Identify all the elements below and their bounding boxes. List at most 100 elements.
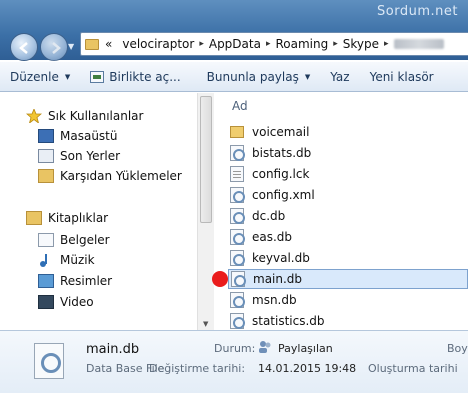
nav-libraries-header[interactable]: Kitaplıklar — [26, 208, 108, 228]
print-label: Yaz — [330, 69, 350, 84]
share-label: Bununla paylaş — [206, 69, 299, 84]
video-icon — [38, 295, 54, 309]
scrollbar-thumb[interactable] — [200, 96, 212, 223]
chevron-right-icon[interactable]: ▸ — [384, 39, 389, 49]
organize-label: Düzenle — [10, 69, 59, 84]
db-file-icon — [230, 313, 245, 329]
list-item[interactable]: config.lck — [230, 164, 466, 184]
chevron-right-icon[interactable]: ▸ — [199, 39, 204, 49]
list-item[interactable]: eas.db — [230, 227, 466, 247]
nav-item-label: Müzik — [60, 253, 95, 267]
details-created-label: Oluşturma tarihi — [368, 362, 458, 375]
details-modified-label: Değiştirme tarihi: — [149, 362, 246, 375]
back-button[interactable] — [10, 33, 38, 61]
db-file-icon — [231, 271, 246, 287]
folder-icon — [230, 126, 244, 138]
command-bar: Düzenle ▼ Birlikte aç... Bununla paylaş … — [0, 62, 468, 92]
nav-pane-scrollbar[interactable]: ▼ — [197, 93, 214, 330]
db-file-icon — [230, 145, 245, 161]
file-name: voicemail — [252, 125, 310, 139]
back-arrow-icon — [19, 42, 28, 54]
new-folder-button[interactable]: Yeni klasör — [360, 62, 444, 91]
list-item[interactable]: statistics.db — [230, 311, 466, 331]
details-modified-value: 14.01.2015 19:48 — [258, 362, 357, 375]
db-file-icon — [230, 229, 245, 245]
breadcrumb-item[interactable]: Skype — [343, 37, 379, 51]
application-icon — [90, 70, 105, 83]
pictures-icon — [38, 274, 54, 288]
list-item[interactable]: bistats.db — [230, 143, 466, 163]
list-item[interactable]: keyval.db — [230, 248, 466, 268]
documents-icon — [38, 233, 54, 247]
watermark: Sordum.net — [377, 4, 458, 19]
blurred-username — [393, 39, 444, 49]
recent-pages-dropdown-icon[interactable]: ▼ — [68, 42, 74, 51]
print-button[interactable]: Yaz — [320, 62, 359, 91]
dropdown-arrow-icon: ▼ — [64, 72, 71, 81]
music-icon — [38, 253, 54, 267]
desktop-icon — [38, 129, 54, 143]
open-with-button[interactable]: Birlikte aç... — [80, 62, 196, 91]
list-item[interactable]: config.xml — [230, 185, 466, 205]
breadcrumb-item[interactable]: AppData — [209, 37, 261, 51]
folder-icon — [85, 38, 99, 50]
downloads-icon — [38, 169, 54, 183]
list-item[interactable]: voicemail — [230, 122, 466, 142]
file-name: eas.db — [252, 230, 293, 244]
db-file-large-icon — [34, 343, 64, 379]
file-name: bistats.db — [252, 146, 312, 160]
libraries-icon — [26, 211, 42, 225]
file-name: config.lck — [252, 167, 310, 181]
list-item[interactable]: dc.db — [230, 206, 466, 226]
file-list-pane: Ad voicemail bistats.db config.lck confi… — [214, 93, 468, 330]
file-name: msn.db — [252, 293, 297, 307]
nav-item-label: Video — [60, 295, 94, 309]
column-header-name[interactable]: Ad — [232, 99, 248, 113]
breadcrumb-item[interactable]: velociraptor — [122, 37, 194, 51]
file-name: statistics.db — [252, 314, 325, 328]
db-file-icon — [230, 208, 245, 224]
db-file-icon — [230, 187, 245, 203]
file-name: config.xml — [252, 188, 315, 202]
file-name: main.db — [253, 272, 303, 286]
nav-item-downloads[interactable]: Karşıdan Yüklemeler — [38, 166, 182, 186]
details-size-label: Boy — [447, 342, 468, 355]
open-with-label: Birlikte aç... — [109, 69, 181, 84]
nav-item-label: Masaüstü — [60, 129, 118, 143]
organize-button[interactable]: Düzenle ▼ — [0, 62, 80, 91]
list-item[interactable]: msn.db — [230, 290, 466, 310]
address-bar[interactable]: « velociraptor ▸ AppData ▸ Roaming ▸ Sky… — [80, 32, 468, 56]
nav-item-label: Son Yerler — [60, 149, 121, 163]
chevron-right-icon[interactable]: ▸ — [266, 39, 271, 49]
details-pane: main.db Data Base File Durum: Paylaşılan… — [0, 330, 468, 393]
nav-item-music[interactable]: Müzik — [38, 250, 95, 270]
window-titlebar: Sordum.net ▼ « velociraptor ▸ AppData ▸ … — [0, 0, 468, 61]
details-filename: main.db — [86, 342, 140, 357]
db-file-icon — [230, 292, 245, 308]
text-file-icon — [230, 166, 244, 182]
scroll-down-icon[interactable]: ▼ — [203, 320, 208, 328]
share-button[interactable]: Bununla paylaş ▼ — [197, 62, 321, 91]
chevron-right-icon[interactable]: ▸ — [333, 39, 338, 49]
nav-item-recent-places[interactable]: Son Yerler — [38, 146, 120, 166]
nav-favorites-label: Sık Kullanılanlar — [48, 109, 144, 123]
list-item-selected[interactable]: main.db — [228, 269, 468, 289]
forward-button[interactable] — [40, 33, 68, 61]
annotation-marker — [212, 271, 228, 287]
nav-item-videos[interactable]: Video — [38, 292, 94, 312]
recent-places-icon — [38, 149, 54, 163]
breadcrumb-item[interactable]: Roaming — [276, 37, 329, 51]
details-state-value: Paylaşılan — [278, 342, 333, 355]
star-icon — [25, 107, 43, 125]
nav-item-pictures[interactable]: Resimler — [38, 271, 112, 291]
dropdown-arrow-icon: ▼ — [304, 72, 311, 81]
navigation-pane: Sık Kullanılanlar Masaüstü Son Yerler Ka… — [0, 93, 197, 330]
nav-item-desktop[interactable]: Masaüstü — [38, 126, 117, 146]
nav-item-label: Belgeler — [60, 233, 110, 247]
breadcrumb-overflow[interactable]: « — [105, 37, 112, 51]
new-folder-label: Yeni klasör — [369, 69, 434, 84]
nav-item-documents[interactable]: Belgeler — [38, 230, 110, 250]
nav-favorites-header[interactable]: Sık Kullanılanlar — [25, 106, 144, 126]
file-name: dc.db — [252, 209, 286, 223]
db-file-icon — [230, 250, 245, 266]
